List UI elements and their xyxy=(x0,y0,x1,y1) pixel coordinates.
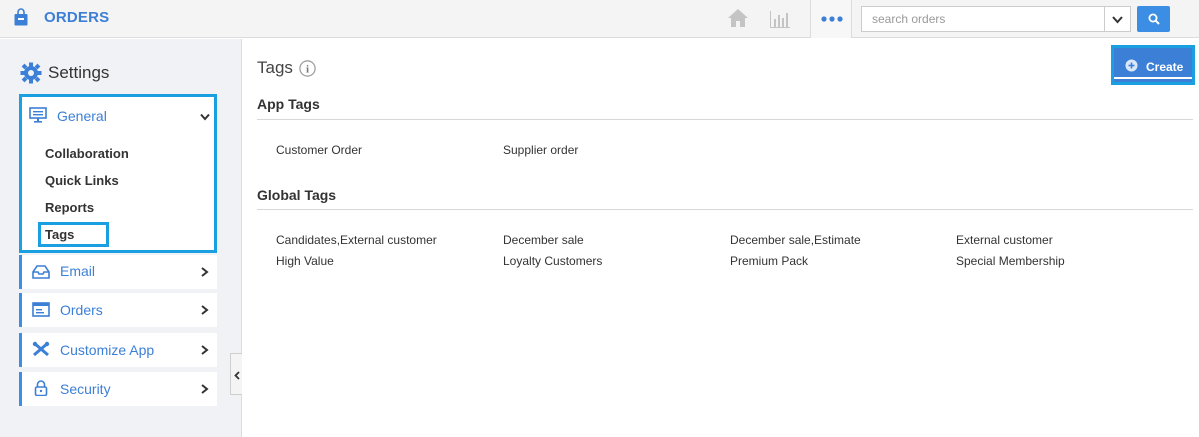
top-bar: ORDERS xyxy=(0,0,1199,38)
monitor-icon xyxy=(29,107,47,123)
tag-item[interactable]: December sale xyxy=(503,233,584,247)
tag-item[interactable]: Special Membership xyxy=(956,254,1065,268)
sidebar-subitem-collaboration[interactable]: Collaboration xyxy=(45,146,129,161)
chevron-left-icon xyxy=(234,371,240,380)
create-button[interactable]: Create xyxy=(1111,45,1195,85)
sidebar-item-label: General xyxy=(57,108,107,124)
sidebar-item-orders[interactable]: Orders xyxy=(19,293,217,327)
home-icon[interactable] xyxy=(727,8,749,28)
sidebar-item-general[interactable]: General Collaboration Quick Links Report… xyxy=(19,94,217,253)
sidebar-subitem-reports[interactable]: Reports xyxy=(45,200,94,215)
chevron-down-icon xyxy=(1112,16,1123,24)
inbox-icon xyxy=(32,265,50,279)
tags-panel: Tags i Create App Tags Customer Order Su… xyxy=(243,39,1199,437)
sidebar-subitem-tags[interactable]: Tags xyxy=(45,227,74,242)
chevron-right-icon xyxy=(201,345,209,355)
app-tags-heading: App Tags xyxy=(257,96,320,112)
chevron-right-icon xyxy=(201,305,209,315)
sidebar-item-email[interactable]: Email xyxy=(19,255,217,289)
tag-item[interactable]: High Value xyxy=(276,254,334,268)
search-filter-dropdown[interactable] xyxy=(1105,6,1131,32)
sidebar-item-customize-app[interactable]: Customize App xyxy=(19,333,217,367)
lock-icon xyxy=(34,380,48,396)
sidebar-item-security[interactable]: Security xyxy=(19,372,217,406)
plus-circle-icon xyxy=(1125,59,1138,72)
divider xyxy=(257,209,1193,210)
sidebar-item-label: Customize App xyxy=(60,342,155,358)
search-input[interactable] xyxy=(861,6,1105,32)
tag-item[interactable]: Candidates,External customer xyxy=(276,233,437,247)
more-icon xyxy=(821,16,843,22)
create-button-label: Create xyxy=(1146,60,1184,74)
search-icon xyxy=(1148,13,1160,25)
more-button[interactable] xyxy=(810,0,852,38)
chevron-right-icon xyxy=(201,384,209,394)
tag-item[interactable]: Supplier order xyxy=(503,143,578,157)
tag-item[interactable]: Loyalty Customers xyxy=(503,254,602,268)
settings-title: Settings xyxy=(48,63,110,82)
chevron-down-icon[interactable] xyxy=(200,113,210,121)
search-button[interactable] xyxy=(1137,6,1170,32)
tag-item[interactable]: Premium Pack xyxy=(730,254,808,268)
sidebar-item-label: Orders xyxy=(60,302,103,318)
sidebar-subitem-quick-links[interactable]: Quick Links xyxy=(45,173,119,188)
create-button-face: Create xyxy=(1114,48,1192,79)
page-title: Tags xyxy=(257,58,293,77)
orders-icon xyxy=(32,302,50,317)
sidebar-item-label: Email xyxy=(60,263,96,279)
tools-icon xyxy=(32,341,50,357)
app-title[interactable]: ORDERS xyxy=(44,9,109,26)
chart-icon[interactable] xyxy=(770,9,790,28)
settings-sidebar: Settings General Collaboration Quick Lin… xyxy=(0,39,242,437)
tag-item[interactable]: External customer xyxy=(956,233,1053,247)
divider xyxy=(257,119,1193,120)
global-tags-heading: Global Tags xyxy=(257,187,337,203)
gear-icon xyxy=(20,62,42,84)
svg-text:i: i xyxy=(306,64,309,76)
chevron-right-icon xyxy=(201,267,209,277)
tag-item[interactable]: December sale,Estimate xyxy=(730,233,861,247)
bag-icon xyxy=(14,8,28,26)
collapse-sidebar-toggle[interactable] xyxy=(230,353,242,395)
sidebar-item-label: Security xyxy=(60,381,111,397)
info-icon[interactable]: i xyxy=(299,60,316,77)
tag-item[interactable]: Customer Order xyxy=(276,143,362,157)
